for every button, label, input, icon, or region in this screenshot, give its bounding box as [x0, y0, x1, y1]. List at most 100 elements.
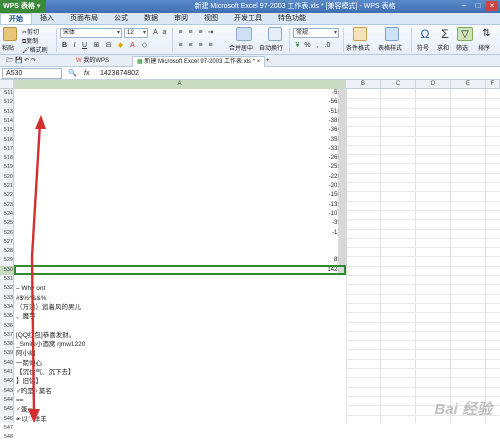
spreadsheet-grid[interactable]: ♂ ♫⁄ °花美兮╰已认证↞以♡洋羊♂蛋ஐ==♂旳是♀莫名】旧忆】【沉住气、沉下…	[14, 89, 500, 423]
borders-icon[interactable]: ⊞	[92, 41, 101, 50]
conditional-format-button[interactable]: 条件格式	[346, 43, 370, 52]
row-header[interactable]: 535	[0, 312, 14, 321]
row-header[interactable]: 547	[0, 424, 14, 433]
row-header[interactable]: 514	[0, 117, 14, 126]
fx-icon[interactable]: fx	[84, 67, 89, 80]
row-header[interactable]: 511	[0, 89, 14, 98]
row-header[interactable]: 534	[0, 303, 14, 312]
align-right-icon[interactable]: ≡	[196, 41, 205, 50]
row-header[interactable]: 513	[0, 108, 14, 117]
filter-icon[interactable]: ▽	[457, 27, 473, 41]
symbol-button[interactable]: 符号	[417, 43, 429, 52]
sort-button[interactable]: 排序	[478, 43, 490, 52]
font-name-select[interactable]: 宋体	[60, 28, 122, 38]
row-header[interactable]: 521	[0, 182, 14, 191]
maximize-icon[interactable]: □	[472, 1, 484, 11]
currency-icon[interactable]: ¥	[293, 41, 302, 50]
formula-input[interactable]: 1423874802	[100, 67, 139, 80]
zoom-icon[interactable]: 🔍	[68, 67, 77, 80]
row-header[interactable]: 517	[0, 145, 14, 154]
row-header[interactable]: 520	[0, 173, 14, 182]
row-header[interactable]: 546	[0, 415, 14, 424]
cut-button[interactable]: ✂剪切	[22, 27, 39, 36]
quick-access-icons[interactable]: 🗁 💾 ↶ ↷	[2, 56, 40, 67]
row-header[interactable]: 516	[0, 136, 14, 145]
tab-formulas[interactable]: 公式	[106, 13, 136, 24]
italic-icon[interactable]: I	[70, 41, 79, 50]
row-header[interactable]: 544	[0, 396, 14, 405]
tab-data[interactable]: 数据	[136, 13, 166, 24]
filter-button[interactable]: 筛选	[456, 43, 468, 52]
align-middle-icon[interactable]: ≡	[186, 28, 195, 37]
align-bottom-icon[interactable]: ≡	[196, 28, 205, 37]
select-all-corner[interactable]	[0, 80, 14, 89]
wrap-text-icon[interactable]	[268, 27, 282, 41]
percent-icon[interactable]: %	[303, 41, 312, 50]
clear-format-icon[interactable]: ◇	[140, 41, 149, 50]
row-header[interactable]: 538	[0, 340, 14, 349]
merge-cells-icon[interactable]: ⊟	[104, 41, 113, 50]
tab-review[interactable]: 审阅	[166, 13, 196, 24]
app-menu-button[interactable]: WPS 表格 ▾	[0, 0, 46, 13]
row-header[interactable]: 540	[0, 359, 14, 368]
tab-special[interactable]: 特色功能	[270, 13, 314, 24]
row-header[interactable]: 524	[0, 210, 14, 219]
conditional-format-icon[interactable]	[353, 27, 367, 41]
row-header[interactable]: 515	[0, 126, 14, 135]
justify-icon[interactable]: ≡	[206, 41, 215, 50]
bold-icon[interactable]: B	[60, 41, 69, 50]
font-size-select[interactable]: 12	[124, 28, 148, 38]
row-header[interactable]: 529	[0, 256, 14, 265]
omega-icon[interactable]: Ω	[418, 27, 432, 41]
fill-color-icon[interactable]: ◆	[116, 41, 125, 50]
new-tab-button[interactable]: +	[262, 56, 274, 67]
align-top-icon[interactable]: ≡	[176, 28, 185, 37]
merge-center-button[interactable]: 合并居中	[229, 43, 253, 52]
row-header[interactable]: 530	[0, 265, 14, 275]
tab-home[interactable]: 开始	[0, 13, 32, 24]
minimize-icon[interactable]: –	[458, 1, 470, 11]
table-style-button[interactable]: 表格样式	[378, 43, 402, 52]
row-header[interactable]: 527	[0, 238, 14, 247]
row-header[interactable]: 543	[0, 387, 14, 396]
wrap-text-button[interactable]: 自动换行	[259, 43, 283, 52]
format-painter-button[interactable]: 🖌格式刷	[22, 45, 48, 54]
column-header-a[interactable]: A	[14, 80, 346, 89]
row-header[interactable]: 526	[0, 229, 14, 238]
column-header-f[interactable]: F	[486, 80, 500, 89]
paste-icon[interactable]	[3, 27, 17, 41]
column-header-b[interactable]: B	[346, 80, 381, 89]
row-header[interactable]: 533	[0, 294, 14, 303]
name-box[interactable]: A530	[2, 68, 62, 79]
merge-center-icon[interactable]	[236, 27, 252, 41]
number-format-select[interactable]: 常规	[293, 28, 339, 38]
table-style-icon[interactable]	[385, 27, 399, 41]
row-header[interactable]: 537	[0, 331, 14, 340]
row-header[interactable]: 548	[0, 433, 14, 442]
row-header[interactable]: 512	[0, 98, 14, 107]
row-header[interactable]: 541	[0, 368, 14, 377]
align-left-icon[interactable]: ≡	[176, 41, 185, 50]
column-header-e[interactable]: E	[451, 80, 486, 89]
align-center-icon[interactable]: ≡	[186, 41, 195, 50]
close-icon[interactable]: ×	[486, 1, 498, 11]
row-header[interactable]: 545	[0, 405, 14, 414]
row-header[interactable]: 536	[0, 322, 14, 331]
row-header[interactable]: 531	[0, 275, 14, 284]
thousands-icon[interactable]: ,	[313, 41, 322, 50]
row-header[interactable]: 518	[0, 154, 14, 163]
row-header[interactable]: 525	[0, 219, 14, 228]
close-tab-icon[interactable]: ×	[257, 59, 261, 65]
row-header[interactable]: 528	[0, 247, 14, 256]
underline-icon[interactable]: U	[80, 41, 89, 50]
sum-button[interactable]: 求和	[437, 43, 449, 52]
font-color-icon[interactable]: A	[128, 41, 137, 50]
column-header-d[interactable]: D	[416, 80, 451, 89]
tab-insert[interactable]: 插入	[32, 13, 62, 24]
shrink-font-icon[interactable]: a	[160, 28, 169, 37]
paste-button[interactable]: 粘贴	[2, 43, 14, 52]
doc-tab-my-wps[interactable]: W 我的WPS	[72, 56, 113, 67]
grow-font-icon[interactable]: A	[151, 28, 160, 37]
row-header[interactable]: 532	[0, 284, 14, 293]
column-header-c[interactable]: C	[381, 80, 416, 89]
